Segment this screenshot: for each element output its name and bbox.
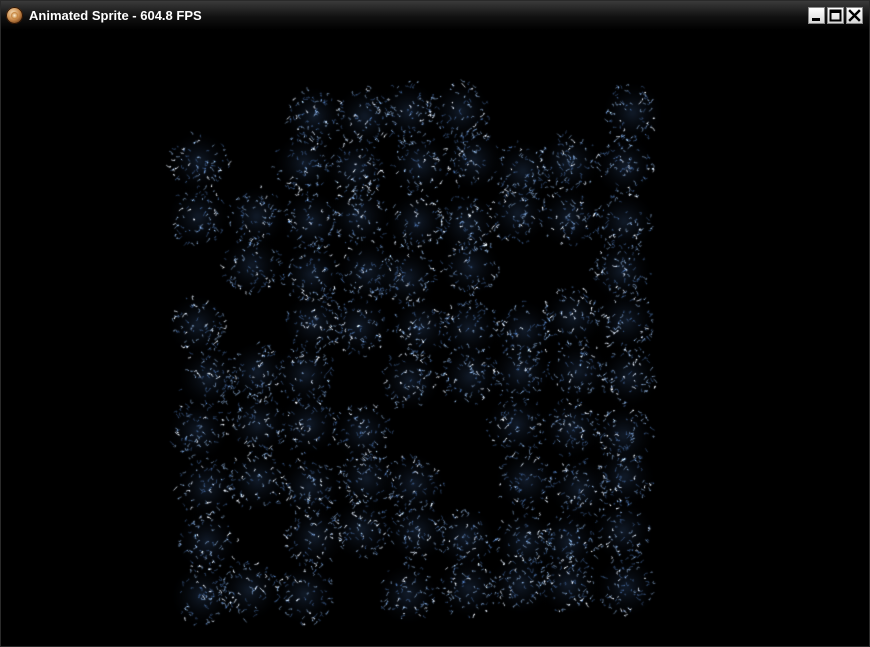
sprite-render-canvas xyxy=(2,32,868,645)
close-icon xyxy=(848,9,861,22)
close-button[interactable] xyxy=(846,7,863,24)
maximize-button[interactable] xyxy=(827,7,844,24)
window-controls xyxy=(808,7,863,25)
app-window: Animated Sprite - 604.8 FPS xyxy=(0,0,870,647)
app-logo-icon[interactable] xyxy=(6,7,23,24)
minimize-button[interactable] xyxy=(808,7,825,24)
title-bar[interactable]: Animated Sprite - 604.8 FPS xyxy=(1,1,869,31)
minimize-icon xyxy=(812,18,820,21)
window-title: Animated Sprite - 604.8 FPS xyxy=(29,8,202,23)
render-viewport[interactable] xyxy=(2,32,868,645)
maximize-icon xyxy=(829,9,842,22)
